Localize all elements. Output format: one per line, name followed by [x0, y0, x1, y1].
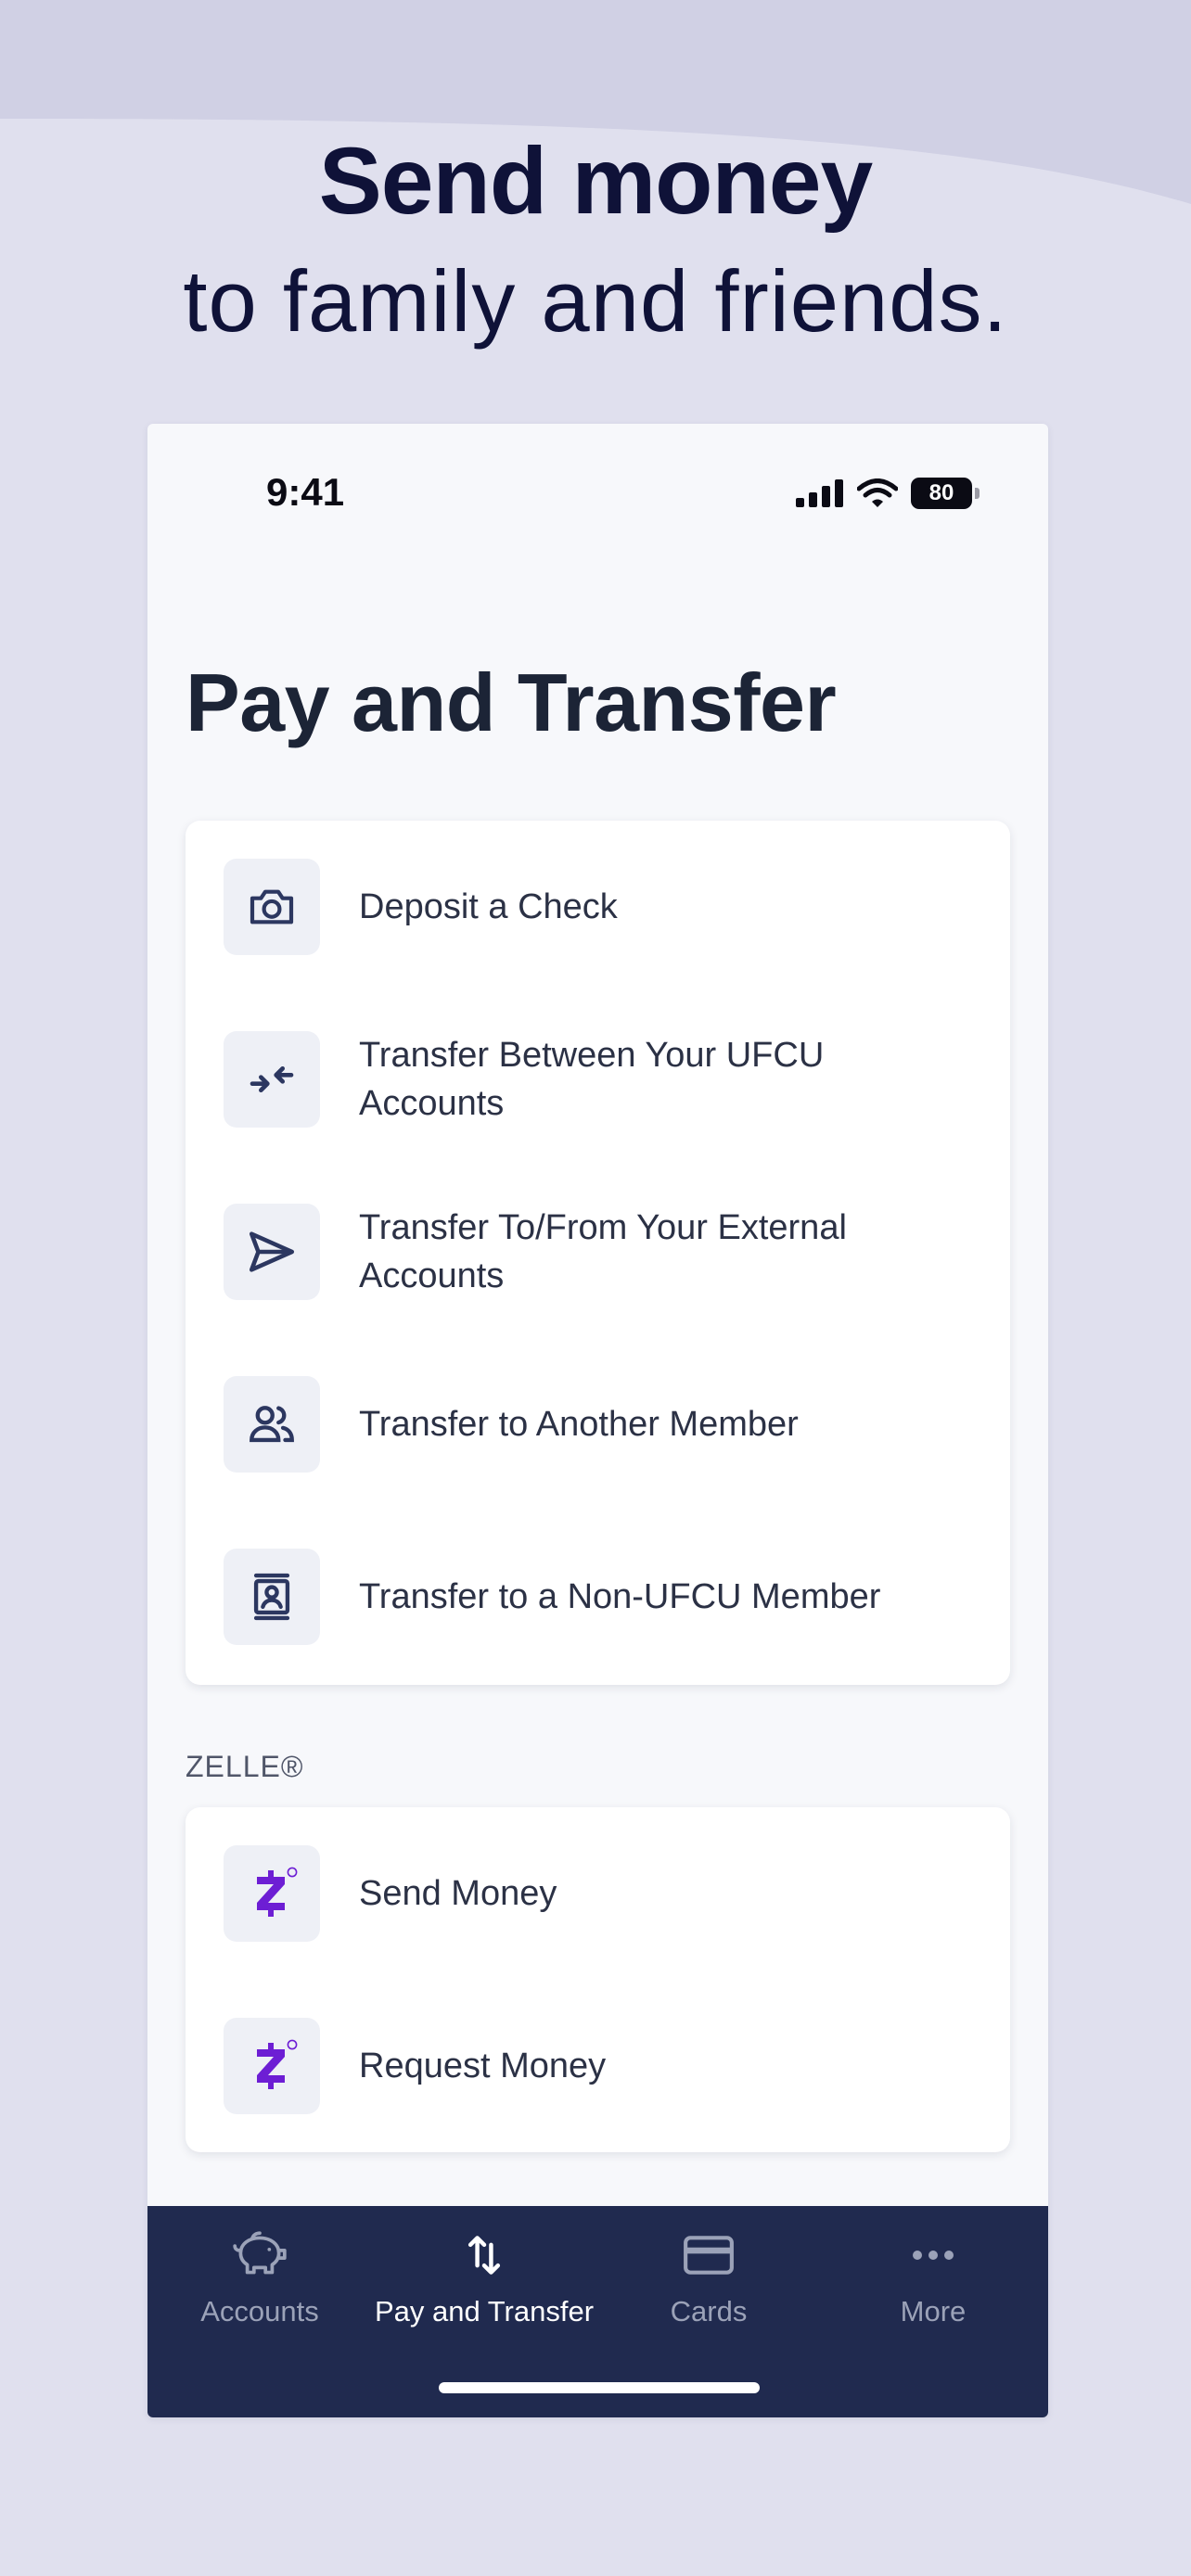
transfer-actions-card: Deposit a Check Transfer Between Your UF… — [186, 821, 1010, 1685]
status-bar: 9:41 80 — [147, 424, 1048, 572]
tab-more-label: More — [900, 2295, 967, 2327]
zelle-logo-icon — [224, 2018, 320, 2114]
transfer-external-accounts-label: Transfer To/From Your External Accounts — [359, 1208, 847, 1295]
tab-pay-and-transfer-label: Pay and Transfer — [374, 2295, 595, 2327]
transfer-arrows-icon — [372, 2226, 596, 2284]
paper-plane-icon — [224, 1204, 320, 1300]
wifi-icon — [857, 478, 898, 507]
cellular-signal-icon — [796, 479, 843, 507]
zelle-request-money-label: Request Money — [359, 2047, 607, 2085]
tab-cards[interactable]: Cards — [596, 2206, 821, 2345]
arrows-transfer-icon — [224, 1031, 320, 1128]
battery-icon: 80 — [911, 478, 980, 509]
zelle-section-header: ZELLE® — [186, 1750, 304, 1783]
credit-card-icon — [596, 2226, 821, 2284]
transfer-another-member-label: Transfer to Another Member — [359, 1405, 799, 1444]
piggy-bank-icon — [147, 2226, 372, 2284]
zelle-send-money-row[interactable]: Send Money — [186, 1807, 1010, 1980]
zelle-request-money-row[interactable]: Request Money — [186, 1980, 1010, 2152]
transfer-external-accounts-row[interactable]: Transfer To/From Your External Accounts — [186, 1166, 1010, 1338]
tab-accounts-label: Accounts — [200, 2295, 319, 2327]
tab-pay-and-transfer[interactable]: Pay and Transfer — [372, 2206, 596, 2345]
bottom-tab-bar: Accounts Pay and Transfer Cards More — [147, 2206, 1048, 2417]
promo-headline: Send money to family and friends. — [0, 121, 1191, 362]
transfer-between-accounts-label: Transfer Between Your UFCU Accounts — [359, 1036, 825, 1123]
transfer-non-member-row[interactable]: Transfer to a Non-UFCU Member — [186, 1511, 1010, 1683]
contact-card-icon — [224, 1549, 320, 1645]
phone-screen: 9:41 80 Pay and Transfer Deposit a Check… — [147, 424, 1048, 2417]
page-title: Pay and Transfer — [186, 657, 837, 748]
zelle-logo-icon — [224, 1845, 320, 1942]
battery-level: 80 — [928, 480, 954, 505]
tab-more[interactable]: More — [821, 2206, 1045, 2345]
deposit-check-label: Deposit a Check — [359, 887, 618, 926]
tab-cards-label: Cards — [670, 2295, 748, 2327]
camera-icon — [224, 859, 320, 955]
promo-title: Send money — [318, 128, 873, 234]
zelle-send-money-label: Send Money — [359, 1874, 557, 1913]
transfer-between-accounts-row[interactable]: Transfer Between Your UFCU Accounts — [186, 993, 1010, 1166]
home-indicator[interactable] — [439, 2382, 760, 2393]
more-dots-icon — [821, 2226, 1045, 2284]
status-icons: 80 — [796, 478, 980, 509]
transfer-non-member-label: Transfer to a Non-UFCU Member — [359, 1577, 881, 1616]
promo-subtitle: to family and friends. — [183, 252, 1008, 350]
transfer-another-member-row[interactable]: Transfer to Another Member — [186, 1338, 1010, 1511]
zelle-card: Send Money Request Money — [186, 1807, 1010, 2152]
status-time: 9:41 — [266, 470, 345, 514]
tab-accounts[interactable]: Accounts — [147, 2206, 372, 2345]
deposit-check-row[interactable]: Deposit a Check — [186, 821, 1010, 993]
people-icon — [224, 1376, 320, 1473]
